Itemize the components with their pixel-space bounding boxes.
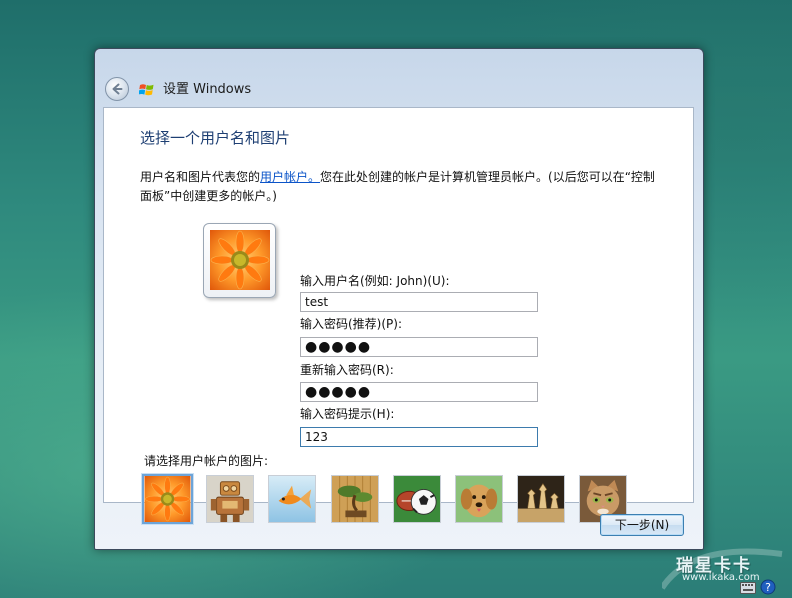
back-button[interactable] xyxy=(105,77,129,101)
title-bar: 设置 Windows xyxy=(95,49,703,107)
description-text: 用户名和图片代表您的 xyxy=(140,170,261,184)
username-field[interactable]: test xyxy=(300,292,538,312)
username-label: 输入用户名(例如: John)(U): xyxy=(300,274,450,288)
selected-avatar xyxy=(203,223,276,298)
next-button[interactable]: 下一步(N) xyxy=(600,514,684,536)
keyboard-icon[interactable] xyxy=(740,582,756,594)
setup-window: 设置 Windows 选择一个用户名和图片 用户名和图片代表您的用户帐户。您在此… xyxy=(94,48,704,550)
help-icon[interactable]: ? xyxy=(760,579,776,595)
content-panel: 选择一个用户名和图片 用户名和图片代表您的用户帐户。您在此处创建的帐户是计算机管… xyxy=(103,107,694,524)
password-label: 输入密码(推荐)(P): xyxy=(300,317,403,331)
windows-logo-icon xyxy=(139,84,154,96)
wizard-footer: 下一步(N) xyxy=(103,503,694,543)
password-hint-field[interactable]: 123 xyxy=(300,427,538,447)
page-description: 用户名和图片代表您的用户帐户。您在此处创建的帐户是计算机管理员帐户。(以后您可以… xyxy=(140,168,655,206)
confirm-password-field[interactable]: ●●●●● xyxy=(300,382,538,402)
password-hint-label: 输入密码提示(H): xyxy=(300,407,395,421)
password-field[interactable]: ●●●●● xyxy=(300,337,538,357)
svg-text:?: ? xyxy=(765,581,771,594)
system-tray: ? xyxy=(738,578,792,598)
back-arrow-icon xyxy=(112,83,123,95)
flower-avatar-icon xyxy=(210,230,270,290)
window-title: 设置 Windows xyxy=(163,82,252,97)
picture-chooser-label: 请选择用户帐户的图片: xyxy=(144,454,269,468)
confirm-password-label: 重新输入密码(R): xyxy=(300,363,394,377)
page-title: 选择一个用户名和图片 xyxy=(140,129,291,147)
user-account-link[interactable]: 用户帐户。 xyxy=(260,170,320,184)
